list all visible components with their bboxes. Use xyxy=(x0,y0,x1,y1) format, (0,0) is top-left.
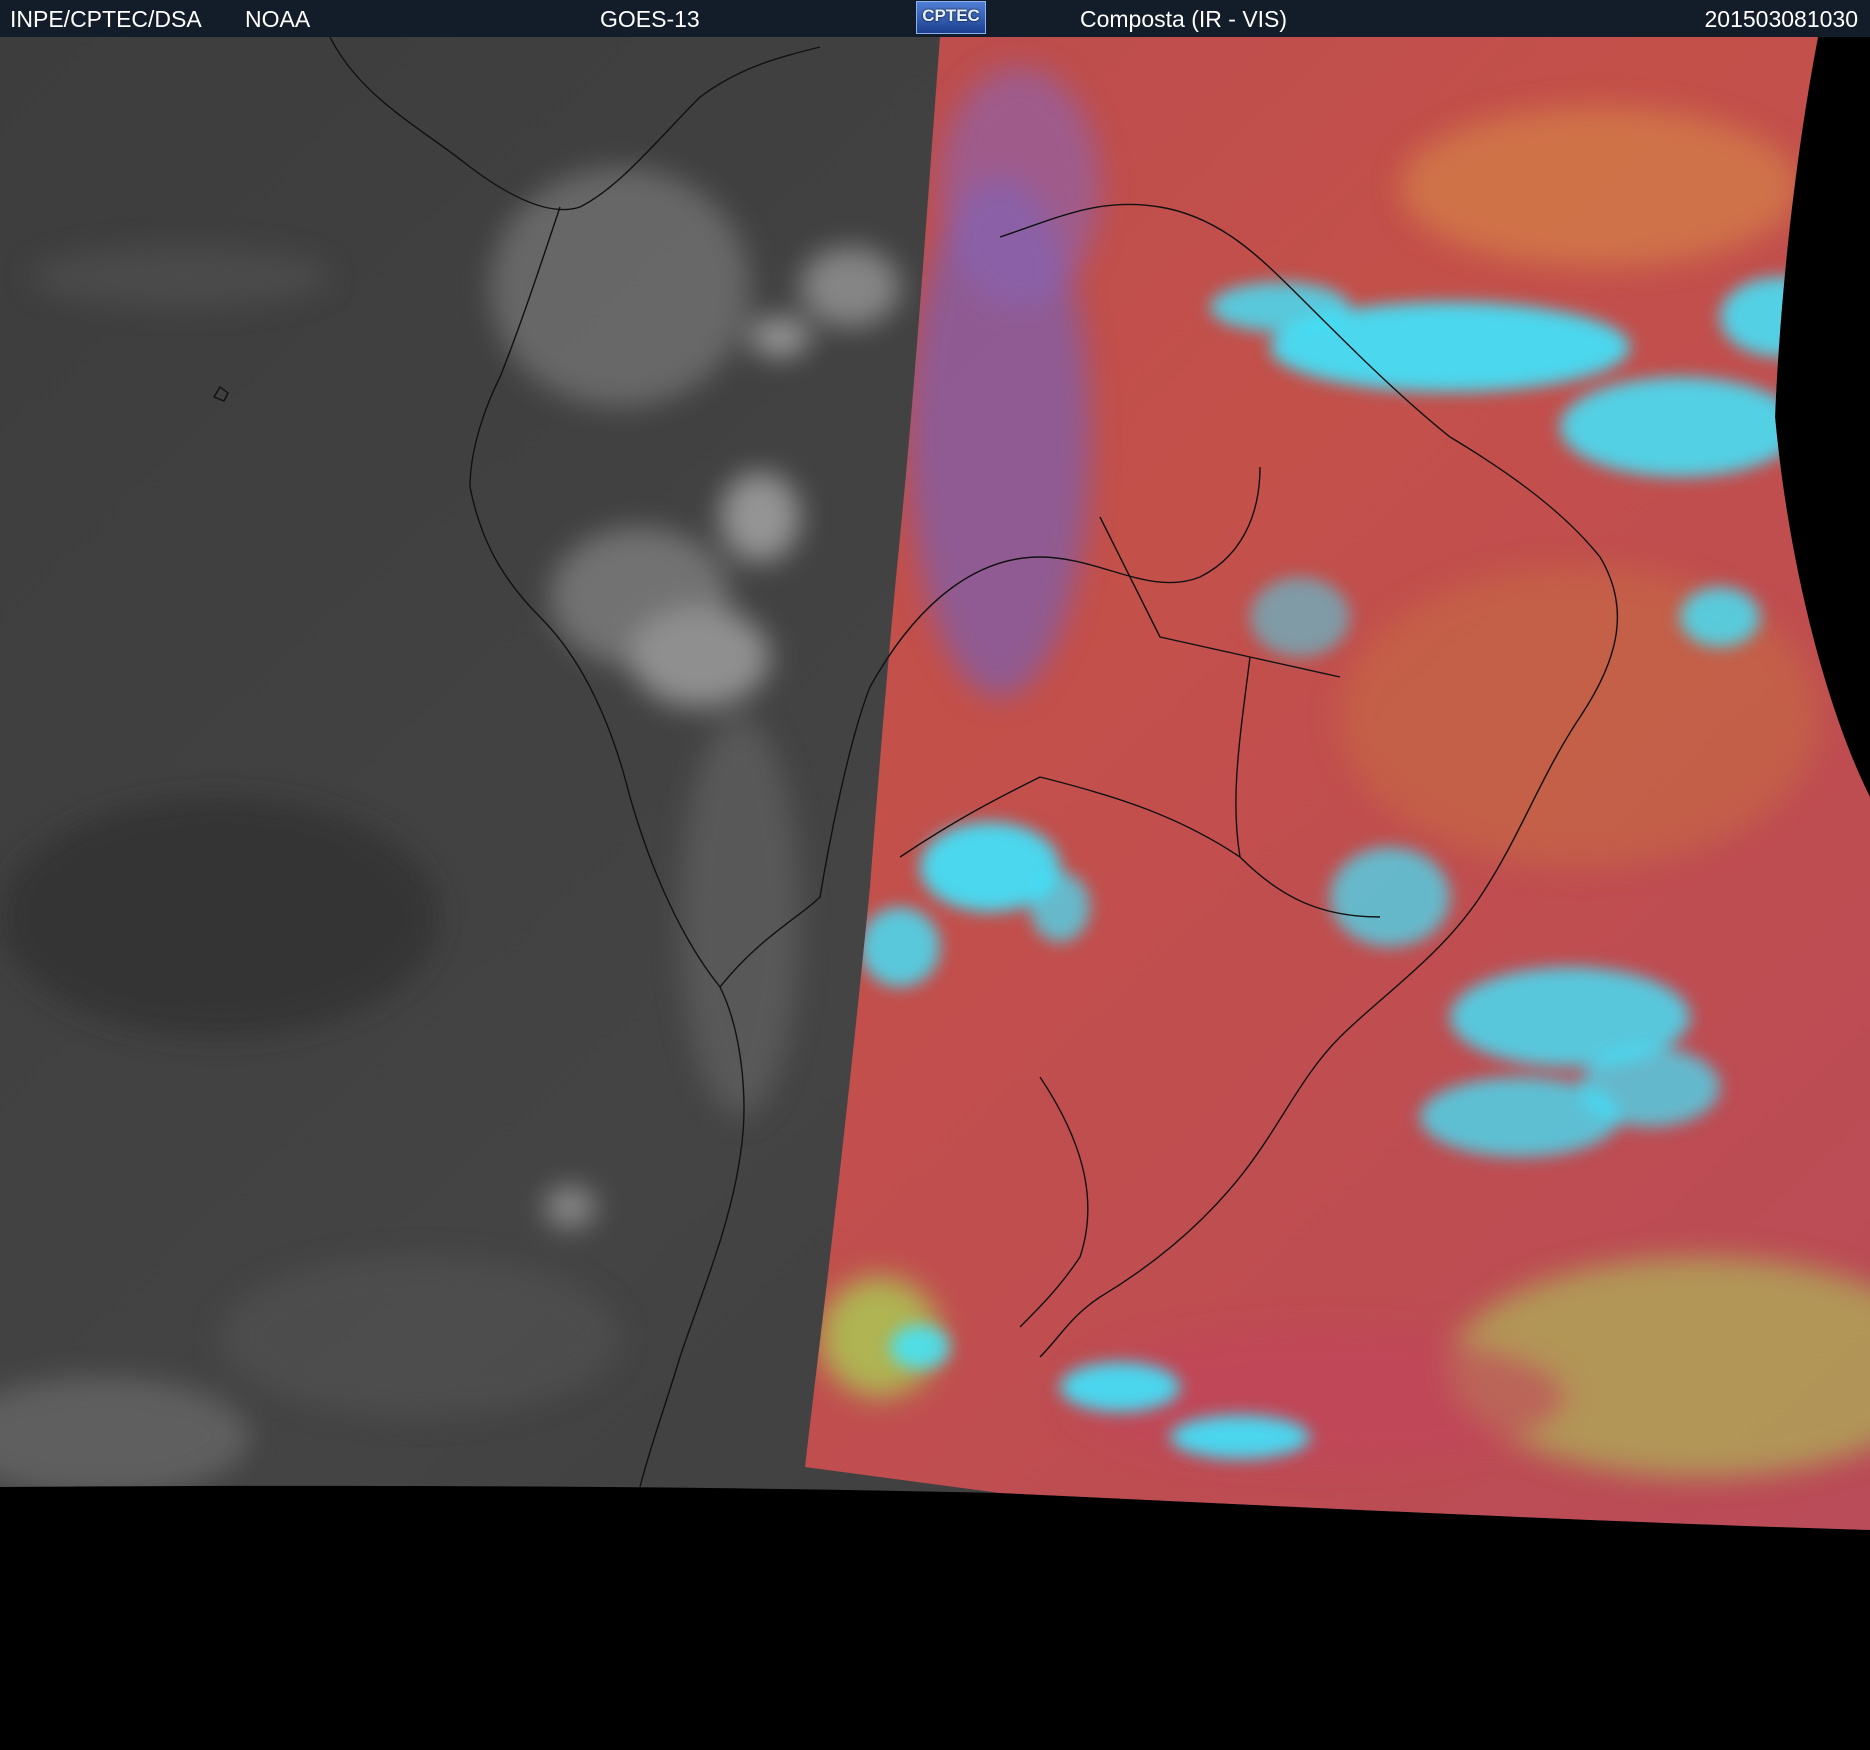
timestamp-label: 201503081030 xyxy=(1704,6,1859,32)
organization-label: INPE/CPTEC/DSA xyxy=(10,6,202,32)
cptec-logo: CPTEC xyxy=(916,1,986,34)
product-label: Composta (IR - VIS) xyxy=(1080,6,1288,32)
header-bar: INPE/CPTEC/DSA NOAA GOES-13 CPTEC Compos… xyxy=(0,0,1870,37)
agency-label: NOAA xyxy=(245,6,311,32)
satellite-label: GOES-13 xyxy=(600,6,700,32)
logo-text: CPTEC xyxy=(922,6,980,25)
satellite-image xyxy=(0,37,1870,1750)
